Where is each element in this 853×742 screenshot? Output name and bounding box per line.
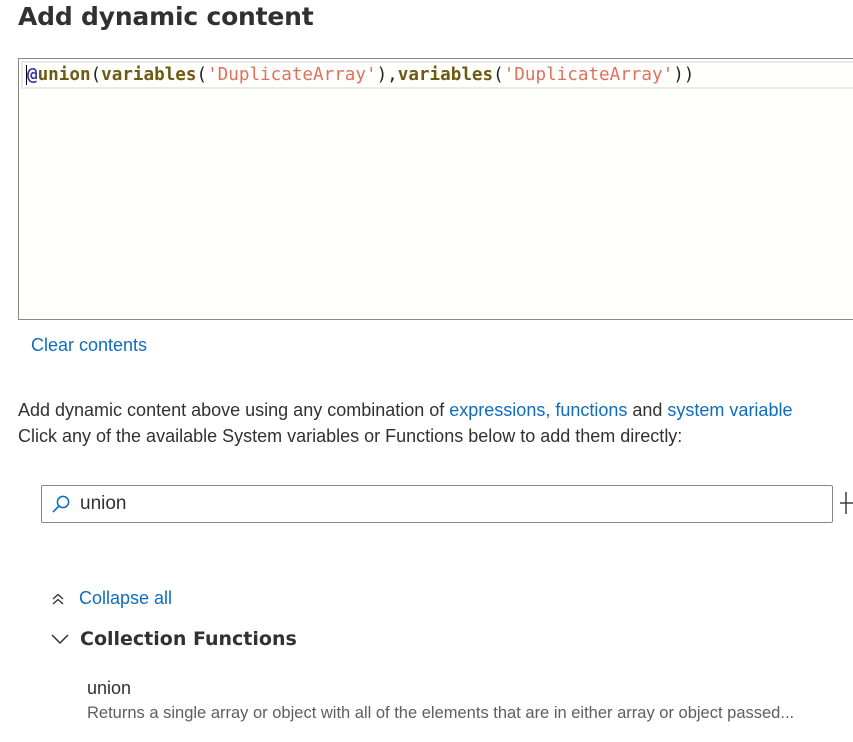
expression-editor[interactable]: @union(variables('DuplicateArray'),varia… — [18, 58, 853, 320]
dynamic-content-panel: Add dynamic content @union(variables('Du… — [0, 0, 853, 742]
expressions-functions-link[interactable]: expressions, functions — [449, 400, 627, 420]
add-icon[interactable] — [840, 489, 853, 517]
help-text-prefix: Add dynamic content above using any comb… — [18, 400, 450, 420]
token-at: @ — [27, 65, 38, 85]
expression-code[interactable]: @union(variables('DuplicateArray'),varia… — [27, 64, 694, 86]
token-punctuation: ), — [376, 65, 398, 85]
help-text: Add dynamic content above using any comb… — [18, 397, 853, 449]
collapse-all-button[interactable]: Collapse all — [50, 588, 172, 609]
search-input[interactable] — [80, 490, 820, 518]
token-function: union — [37, 65, 91, 85]
system-variable-link[interactable]: system variable — [667, 400, 792, 420]
token-function: variables — [101, 65, 197, 85]
token-punctuation: ( — [90, 65, 102, 85]
collapse-all-label: Collapse all — [79, 588, 173, 608]
token-string: 'DuplicateArray' — [207, 65, 377, 85]
function-item-name[interactable]: union — [87, 678, 131, 699]
clear-contents-link[interactable]: Clear contents — [31, 335, 147, 356]
token-punctuation: ( — [196, 65, 208, 85]
function-item-description[interactable]: Returns a single array or object with al… — [87, 704, 853, 723]
chevron-down-icon — [51, 634, 69, 645]
help-line-1: Add dynamic content above using any comb… — [18, 397, 853, 423]
search-icon — [52, 495, 70, 513]
panel-title: Add dynamic content — [18, 2, 314, 31]
search-box[interactable] — [41, 485, 833, 523]
help-text-mid: and — [627, 400, 668, 420]
help-line-2: Click any of the available System variab… — [18, 426, 683, 446]
token-string: 'DuplicateArray' — [503, 65, 674, 85]
token-punctuation: )) — [673, 65, 695, 85]
collection-functions-group-header[interactable]: Collection Functions — [50, 628, 297, 650]
double-chevron-up-icon — [52, 593, 64, 604]
group-label: Collection Functions — [80, 628, 297, 650]
token-function: variables — [397, 65, 494, 85]
token-punctuation: ( — [493, 65, 504, 85]
